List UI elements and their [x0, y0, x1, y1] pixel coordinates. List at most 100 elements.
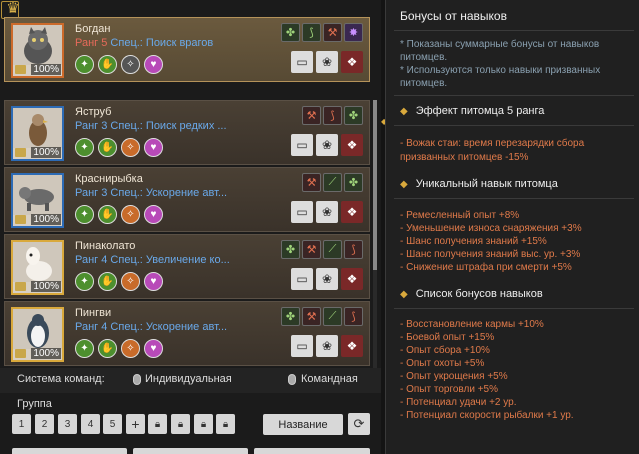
pet-card-bogdan[interactable]: 100% Богдан Ранг 5 Спец.: Поиск врагов ✦…: [4, 17, 370, 82]
pet-name: Краснирыбка: [75, 173, 143, 185]
lock-icon[interactable]: 🔒︎: [148, 414, 167, 434]
paw-icon[interactable]: ✋: [98, 138, 117, 157]
leaf-icon[interactable]: ✦: [75, 339, 94, 358]
section-title-text: Уникальный навык питомца: [415, 178, 558, 190]
divider: [394, 125, 634, 126]
lock-icon[interactable]: 🔒︎: [171, 414, 190, 434]
paw-icon[interactable]: ❀: [316, 201, 338, 223]
feather-skill-icon[interactable]: ⟋: [323, 173, 342, 192]
paw-icon[interactable]: ✋: [98, 55, 117, 74]
paw-icon[interactable]: ❀: [316, 134, 338, 156]
spark-skill-icon[interactable]: ✸: [344, 23, 363, 42]
feed-icon[interactable]: ▭: [291, 335, 313, 357]
claw-skill-icon[interactable]: ⚒: [302, 240, 321, 259]
compass-icon[interactable]: ✧: [121, 272, 140, 291]
bonus-line: - Уменьшение износа снаряжения +3%: [400, 223, 582, 234]
gift-icon[interactable]: ❖: [341, 335, 363, 357]
pet-card-krasnirybka[interactable]: 100% Краснирыбка Ранг 3 Спец.: Ускорение…: [4, 167, 370, 232]
pet-portrait: 100%: [11, 106, 64, 161]
leaf-icon[interactable]: ✦: [75, 272, 94, 291]
sickle-skill-icon[interactable]: ⟆: [302, 23, 321, 42]
pet-card-pinakolato[interactable]: 100% Пинаколато Ранг 4 Спец.: Увеличение…: [4, 234, 370, 299]
claw-skill-icon[interactable]: ⚒: [302, 307, 321, 326]
bonus-line: - Шанс получения знаний +15%: [400, 236, 547, 247]
group-slot-3[interactable]: 3: [58, 414, 77, 434]
group-slot-5[interactable]: 5: [103, 414, 122, 434]
compass-icon[interactable]: ✧: [121, 138, 140, 157]
diamond-icon: ◆: [400, 179, 408, 190]
command-mode-team[interactable]: Командная: [301, 373, 358, 385]
heart-icon[interactable]: ♥: [144, 55, 163, 74]
pick-skill-icon[interactable]: ⚒: [323, 23, 342, 42]
feather-skill-icon[interactable]: ⟋: [323, 240, 342, 259]
bonus-line: - Шанс получения знаний выс. ур. +3%: [400, 249, 581, 260]
bottom-button-1[interactable]: [12, 448, 127, 454]
gift-icon[interactable]: ❖: [341, 134, 363, 156]
paw-icon[interactable]: ❀: [316, 268, 338, 290]
feed-icon[interactable]: ▭: [291, 201, 313, 223]
herb-skill-icon[interactable]: ✤: [281, 23, 300, 42]
herb-skill-icon[interactable]: ✤: [281, 240, 300, 259]
pet-hunger: 100%: [31, 214, 61, 225]
pet-rank-line: Ранг 4 Спец.: Ускорение авт...: [75, 321, 227, 333]
pet-card-pingvi[interactable]: 100% Пингви Ранг 4 Спец.: Ускорение авт.…: [4, 301, 370, 366]
panel-title: Бонусы от навыков: [400, 9, 507, 23]
feed-icon[interactable]: ▭: [291, 134, 313, 156]
herb-skill-icon[interactable]: ✤: [344, 106, 363, 125]
pet-card-yastrub[interactable]: 100% Яструб Ранг 3 Спец.: Поиск редких .…: [4, 100, 370, 165]
pet-spec: Спец.: Увеличение ко...: [110, 254, 230, 266]
pet-spec: Спец.: Поиск врагов: [110, 37, 214, 49]
feed-icon[interactable]: ▭: [291, 268, 313, 290]
compass-icon[interactable]: ✧: [121, 339, 140, 358]
pick-skill-icon[interactable]: ⟆: [344, 307, 363, 326]
heart-icon[interactable]: ♥: [144, 339, 163, 358]
leaf-icon[interactable]: ✦: [75, 205, 94, 224]
bottom-button-3[interactable]: [254, 448, 370, 454]
pick-skill-icon[interactable]: ⟆: [344, 240, 363, 259]
gift-icon[interactable]: ❖: [341, 268, 363, 290]
refresh-icon[interactable]: ⟳: [348, 413, 370, 435]
section-title-text: Эффект питомца 5 ранга: [415, 105, 545, 117]
lock-icon[interactable]: 🔒︎: [194, 414, 213, 434]
claw-skill-icon[interactable]: ⚒: [302, 106, 321, 125]
penguin-image: [13, 309, 62, 349]
diamond-icon: ◆: [400, 106, 408, 117]
paw-icon[interactable]: ✋: [98, 339, 117, 358]
paw-icon[interactable]: ✋: [98, 205, 117, 224]
leaf-icon[interactable]: ✦: [75, 55, 94, 74]
bonus-line: - Вожак стаи: время перезарядки сбора: [400, 138, 585, 149]
pet-list-scroll-thumb[interactable]: [373, 100, 377, 270]
heart-icon[interactable]: ♥: [144, 272, 163, 291]
pet-actions: ▭ ❀ ❖: [291, 201, 363, 223]
group-slot-2[interactable]: 2: [35, 414, 54, 434]
feed-icon[interactable]: ▭: [291, 51, 313, 73]
group-slot-1[interactable]: 1: [12, 414, 31, 434]
heart-icon[interactable]: ♥: [144, 205, 163, 224]
paw-icon[interactable]: ❀: [316, 51, 338, 73]
rank-icon: [15, 148, 26, 157]
leaf-icon[interactable]: ✦: [75, 138, 94, 157]
lock-icon[interactable]: 🔒︎: [216, 414, 235, 434]
heart-icon[interactable]: ♥: [144, 138, 163, 157]
mouse-icon: [288, 374, 296, 385]
group-add-button[interactable]: +: [126, 414, 145, 434]
bottom-button-2[interactable]: [133, 448, 248, 454]
herb-skill-icon[interactable]: ✤: [344, 173, 363, 192]
compass-icon[interactable]: ✧: [121, 55, 140, 74]
bonus-line: - Потенциал удачи +2 ур.: [400, 397, 517, 408]
axe-skill-icon[interactable]: ⟆: [323, 106, 342, 125]
paw-icon[interactable]: ❀: [316, 335, 338, 357]
group-slot-4[interactable]: 4: [81, 414, 100, 434]
command-mode-individual[interactable]: Индивидуальная: [145, 373, 232, 385]
section-unique-title: ◆ Уникальный навык питомца: [400, 178, 558, 190]
compass-icon[interactable]: ✧: [121, 205, 140, 224]
gift-icon[interactable]: ❖: [341, 51, 363, 73]
feather-skill-icon[interactable]: ⟋: [323, 307, 342, 326]
gift-icon[interactable]: ❖: [341, 201, 363, 223]
group-name-button[interactable]: Название: [263, 414, 343, 435]
herb-skill-icon[interactable]: ✤: [281, 307, 300, 326]
paw-icon[interactable]: ✋: [98, 272, 117, 291]
command-system-label: Система команд:: [17, 373, 105, 385]
pet-skills: ⚒ ⟋ ✤: [302, 173, 363, 192]
claw-skill-icon[interactable]: ⚒: [302, 173, 321, 192]
